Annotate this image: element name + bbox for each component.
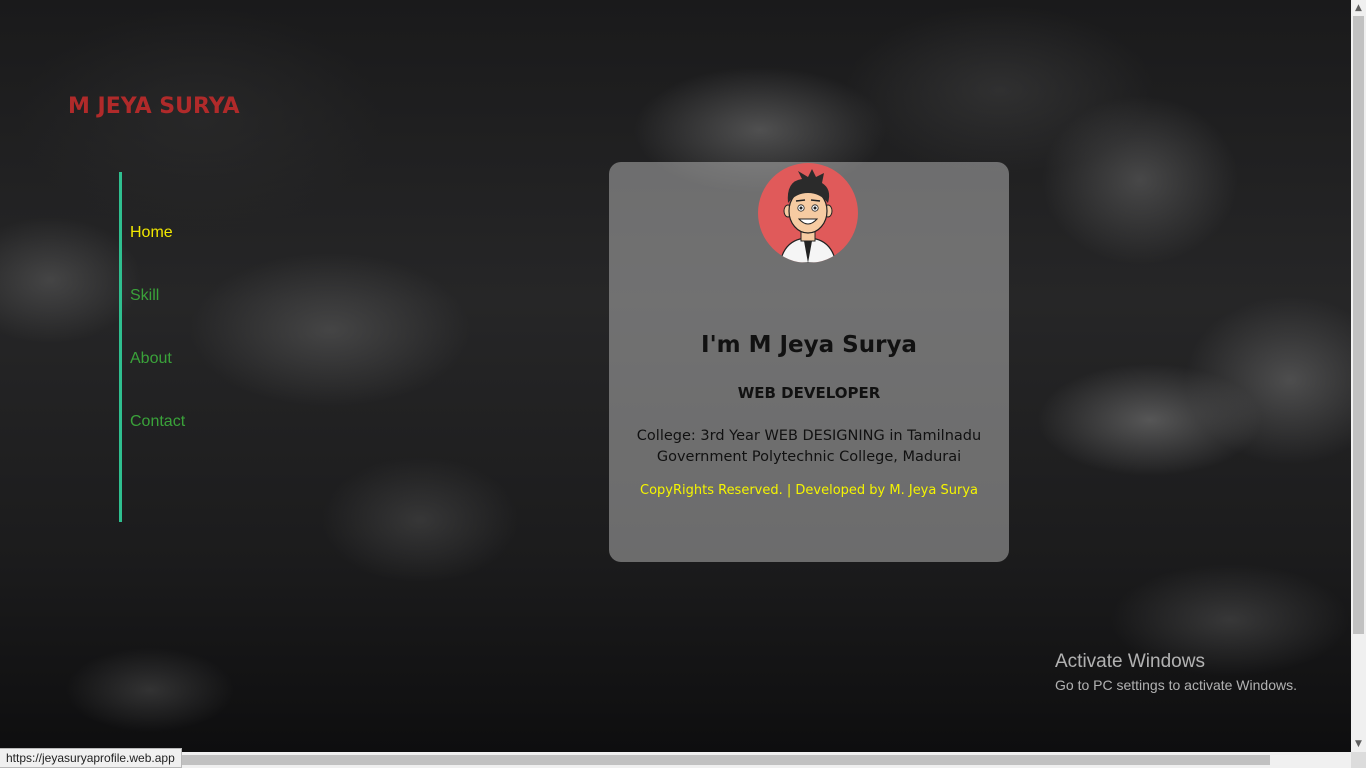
- copyright-footer: CopyRights Reserved. | Developed by M. J…: [640, 483, 978, 498]
- profile-college: College: 3rd Year WEB DESIGNING in Tamil…: [636, 428, 982, 465]
- profile-name: I'm M Jeya Surya: [701, 332, 917, 358]
- profile-card: I'm M Jeya Surya WEB DEVELOPER College: …: [609, 162, 1009, 562]
- horizontal-scroll-thumb[interactable]: [180, 755, 1270, 765]
- profile-role: WEB DEVELOPER: [737, 384, 881, 402]
- scroll-up-arrow-icon[interactable]: ▲: [1351, 0, 1366, 16]
- status-bar-url: https://jeyasuryaprofile.web.app: [0, 748, 182, 768]
- scroll-down-arrow-icon[interactable]: ▼: [1351, 736, 1366, 752]
- scrollbar-corner: [1351, 752, 1366, 768]
- vertical-scrollbar[interactable]: ▲ ▼: [1351, 0, 1366, 752]
- avatar-icon: [758, 163, 858, 263]
- nav-item-about[interactable]: About: [130, 350, 172, 368]
- brand-title: M JEYA SURYA: [68, 94, 240, 119]
- nav-item-skill[interactable]: Skill: [130, 287, 159, 305]
- horizontal-scrollbar[interactable]: [0, 752, 1351, 768]
- nav-item-home[interactable]: Home: [130, 224, 173, 242]
- activate-windows-watermark: Activate Windows Go to PC settings to ac…: [1055, 651, 1297, 693]
- vertical-scroll-thumb[interactable]: [1353, 16, 1364, 634]
- activate-windows-subtitle: Go to PC settings to activate Windows.: [1055, 677, 1297, 693]
- nav-item-contact[interactable]: Contact: [130, 413, 185, 431]
- side-navigation: Home Skill About Contact: [119, 172, 239, 522]
- activate-windows-title: Activate Windows: [1055, 651, 1205, 672]
